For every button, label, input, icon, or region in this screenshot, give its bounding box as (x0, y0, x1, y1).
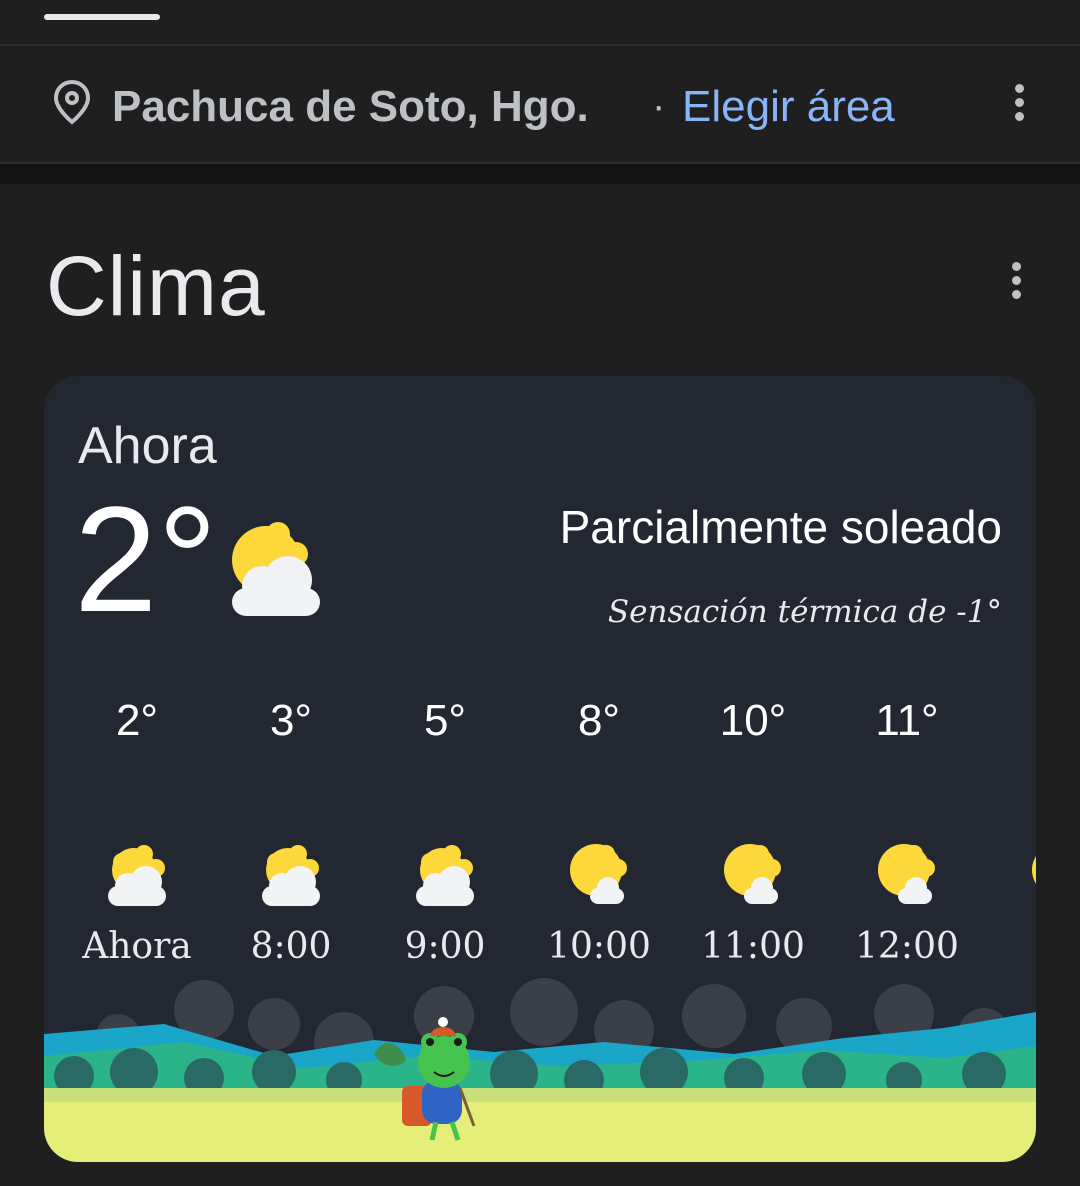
hourly-item: 11° 12:00 (832, 696, 982, 967)
weather-section-title: Clima (46, 239, 266, 333)
hourly-temperature: 1 (986, 696, 1036, 756)
location-name: Pachuca de Soto, Hgo. (112, 82, 589, 131)
partly-sunny-icon (232, 522, 320, 616)
hourly-item: 10° 11:00 (678, 696, 828, 967)
landscape-illustration (44, 978, 1036, 1162)
section-divider (0, 164, 1080, 184)
current-temperature: 2° (74, 475, 218, 643)
hourly-item: 2° Ahora (62, 696, 212, 967)
choose-area-link[interactable]: Elegir área (682, 82, 895, 132)
hourly-time: 1 (986, 926, 1036, 967)
hourly-item: 5° 9:00 (370, 696, 520, 967)
hourly-temperature: 3° (269, 696, 313, 745)
feels-like-text: Sensación térmica de -1° (607, 594, 1002, 630)
hourly-time: 12:00 (855, 926, 959, 967)
hourly-temperature: 10° (719, 696, 787, 745)
hourly-time: 8:00 (250, 926, 332, 967)
hourly-time: 11:00 (701, 926, 805, 967)
partly-sunny-icon (416, 845, 474, 906)
hourly-item: 3° 8:00 (216, 696, 366, 967)
weather-more-menu-icon[interactable] (1010, 262, 1022, 302)
hourly-temperature: 8° (577, 696, 621, 745)
active-tab-indicator (44, 14, 160, 20)
location-more-menu-icon[interactable] (1013, 84, 1025, 124)
hourly-temperature: 11° (875, 696, 939, 745)
partly-sunny-icon (262, 845, 320, 906)
hourly-time: 9:00 (404, 926, 486, 967)
partly-sunny-icon (108, 845, 166, 906)
weather-condition: Parcialmente soleado (559, 501, 1002, 553)
hourly-time: Ahora (82, 926, 192, 967)
mostly-sunny-icon (878, 844, 935, 904)
hourly-time: 10:00 (547, 926, 651, 967)
mostly-sunny-icon (1032, 856, 1036, 884)
top-tab-bar (0, 0, 1080, 46)
mostly-sunny-icon (570, 844, 627, 904)
location-separator: · (652, 84, 666, 128)
weather-card[interactable]: Ahora 2° Parcialmente soleado Sensación … (44, 376, 1036, 1162)
hourly-item: 11 (986, 696, 1036, 967)
hourly-temperature: 5° (423, 696, 467, 745)
location-pin-icon (53, 79, 91, 125)
now-label: Ahora (78, 417, 217, 475)
mostly-sunny-icon (724, 844, 781, 904)
hourly-item: 8° 10:00 (524, 696, 674, 967)
hourly-temperature: 2° (115, 696, 159, 745)
